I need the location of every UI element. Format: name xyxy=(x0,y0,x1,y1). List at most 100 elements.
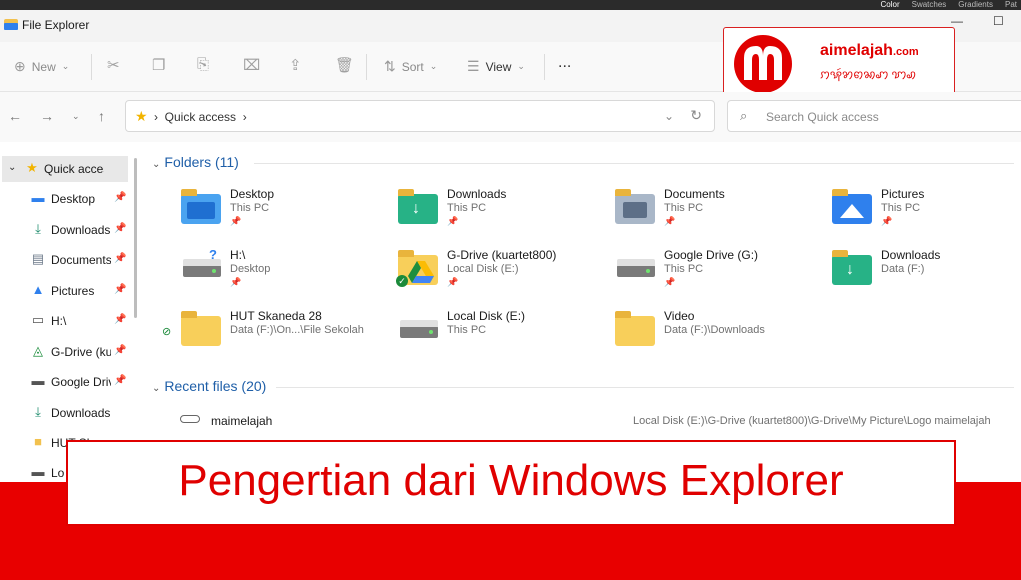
sidebar-item-desktop[interactable]: ▬ Desktop 📌 xyxy=(0,186,130,212)
sidebar-item-quick-access[interactable]: ⌄ ★ Quick access xyxy=(2,156,128,182)
pictures-folder-icon xyxy=(832,188,872,224)
folder-name: Local Disk (E:) xyxy=(447,309,526,323)
folder-name: Pictures xyxy=(881,187,925,201)
document-icon: ▤ xyxy=(31,251,45,266)
breadcrumb-quick-access[interactable]: Quick access xyxy=(165,110,236,124)
folder-icon xyxy=(181,310,221,346)
folder-name: G-Drive (kuartet800) xyxy=(447,248,557,262)
delete-icon[interactable]: 🗑 xyxy=(335,56,354,74)
pin-icon: 📌 xyxy=(114,253,127,264)
search-placeholder: Search Quick access xyxy=(766,110,879,124)
synced-check-icon: ⊘ xyxy=(162,326,172,338)
folder-location: Local Disk (E:) xyxy=(447,263,519,275)
paste-icon[interactable]: ⎘ xyxy=(197,56,209,73)
back-icon[interactable]: ← xyxy=(8,108,22,124)
folder-tile-g-drive[interactable]: ✓ G-Drive (kuartet800) Local Disk (E:) 📌 xyxy=(361,245,571,301)
sidebar-item-label: Pictures xyxy=(51,284,95,298)
banner-title: Pengertian dari Windows Explorer xyxy=(178,456,844,505)
folder-icon xyxy=(615,310,655,346)
logo-brand-name: aimelajah xyxy=(820,42,893,59)
refresh-icon[interactable]: ↻ xyxy=(690,107,702,124)
sidebar-item-label: Desktop xyxy=(51,192,96,206)
copy-icon[interactable]: ❐ xyxy=(152,56,165,74)
tab-swatches[interactable]: Swatches xyxy=(912,0,947,10)
view-label: View xyxy=(485,59,512,74)
sidebar-item-downloads[interactable]: ⤓ Downloads 📌 xyxy=(0,217,130,243)
download-icon: ⤓ xyxy=(35,221,41,236)
sidebar-item-h-drive[interactable]: ▭ H:\ 📌 xyxy=(0,308,130,334)
sidebar-item-downloads-data[interactable]: ⤓ Downloads xyxy=(0,400,130,426)
minimize-button[interactable]: — xyxy=(951,14,963,28)
pin-icon: 📌 xyxy=(114,375,127,386)
sidebar-item-pictures[interactable]: ▲ Pictures 📌 xyxy=(0,278,130,304)
folder-tile-google-drive[interactable]: Google Drive (G:) This PC 📌 xyxy=(578,245,788,301)
up-icon[interactable]: ↑ xyxy=(98,108,105,124)
sort-button[interactable]: ⇅ Sort ⌄ xyxy=(384,58,437,75)
drive-icon: ? xyxy=(181,247,221,285)
file-explorer-icon xyxy=(4,19,18,30)
recent-header-label: Recent files (20) xyxy=(164,378,267,394)
tab-color[interactable]: Color xyxy=(880,0,899,10)
search-box[interactable]: ⌕ Search Quick access xyxy=(727,100,1021,132)
pin-icon: 📌 xyxy=(114,314,127,325)
folder-location: This PC xyxy=(447,324,487,336)
more-options-button[interactable]: ... xyxy=(558,54,571,72)
share-icon[interactable]: ⇪ xyxy=(289,56,302,74)
folder-name: Downloads xyxy=(447,187,507,201)
sidebar-item-documents[interactable]: ▤ Documents 📌 xyxy=(0,247,130,273)
top-strip: Color Swatches Gradients Pat xyxy=(0,0,1021,10)
pin-icon: 📌 xyxy=(114,345,127,356)
sidebar-scrollbar[interactable] xyxy=(134,158,137,318)
breadcrumb[interactable]: › Quick access › xyxy=(154,110,247,124)
folder-name: Documents xyxy=(664,187,725,201)
sort-label: Sort xyxy=(401,59,424,74)
new-button[interactable]: ⊕ New ⌄ xyxy=(14,58,69,75)
tab-patterns[interactable]: Pat xyxy=(1005,0,1017,10)
sidebar-item-label: Documents xyxy=(51,253,111,267)
pin-icon: 📌 xyxy=(114,223,127,234)
folder-tile-local-disk[interactable]: Local Disk (E:) This PC xyxy=(361,306,571,362)
folder-tile-downloads[interactable]: ↓ Downloads This PC 📌 xyxy=(361,184,571,240)
rename-icon[interactable]: ⌧ xyxy=(243,56,260,74)
maximize-button[interactable]: ☐ xyxy=(993,14,1004,28)
folder-location: This PC xyxy=(881,202,921,214)
address-row: ← → ⌄ ↑ ★ › Quick access › ⌄ ↻ ⌕ Search … xyxy=(0,92,1021,142)
desktop-icon: ▬ xyxy=(31,190,45,205)
folder-name: HUT Skaneda 28 xyxy=(230,309,322,323)
picture-icon: ▲ xyxy=(31,282,45,297)
sidebar-item-g-drive[interactable]: ◬ G-Drive (kua 📌 xyxy=(0,339,130,365)
folders-header-label: Folders (11) xyxy=(164,154,239,170)
sidebar-item-label: Downloads xyxy=(51,406,111,420)
folder-tile-h-drive[interactable]: ? H:\ Desktop 📌 xyxy=(144,245,354,301)
recent-files-section-header[interactable]: ⌄ Recent files (20) xyxy=(152,378,266,394)
forward-icon[interactable]: → xyxy=(40,108,54,124)
chevron-down-icon[interactable]: ⌄ xyxy=(8,162,16,173)
plus-circle-icon: ⊕ xyxy=(14,58,26,74)
folder-tile-video[interactable]: Video Data (F:)\Downloads xyxy=(578,306,788,362)
chevron-down-icon: ⌄ xyxy=(429,61,438,71)
sidebar-item-google-drive[interactable]: ▬ Google Drive 📌 xyxy=(0,369,130,395)
view-button[interactable]: ☰ View ⌄ xyxy=(467,58,525,75)
title-banner: Pengertian dari Windows Explorer xyxy=(66,440,956,526)
pin-icon: 📌 xyxy=(114,192,127,203)
folder-tile-downloads-data[interactable]: ↓ Downloads Data (F:) xyxy=(795,245,1005,301)
folder-tile-pictures[interactable]: Pictures This PC 📌 xyxy=(795,184,1005,240)
cut-icon[interactable]: ✂ xyxy=(107,56,120,74)
google-drive-logo-icon xyxy=(408,261,434,283)
sidebar-item-label: Quick access xyxy=(44,162,104,176)
folder-tile-hut-skaneda[interactable]: ⊘ HUT Skaneda 28 Data (F:)\On...\File Se… xyxy=(144,306,364,362)
chevron-down-icon: ⌄ xyxy=(517,61,525,71)
recent-file-row[interactable]: maimelajah Local Disk (E:)\G-Drive (kuar… xyxy=(144,410,1021,434)
desktop-folder-icon xyxy=(181,188,221,224)
section-divider xyxy=(276,387,1014,388)
folder-name: Video xyxy=(664,309,695,323)
downloads-folder-icon: ↓ xyxy=(398,188,438,224)
folders-section-header[interactable]: ⌄ Folders (11) xyxy=(152,154,239,170)
tab-gradients[interactable]: Gradients xyxy=(958,0,993,10)
chevron-down-icon[interactable]: ⌄ xyxy=(664,109,674,123)
folder-tile-documents[interactable]: Documents This PC 📌 xyxy=(578,184,788,240)
recent-locations-icon[interactable]: ⌄ xyxy=(72,111,80,122)
address-bar[interactable]: ★ › Quick access › ⌄ ↻ xyxy=(125,100,715,132)
folder-tile-desktop[interactable]: Desktop This PC 📌 xyxy=(144,184,354,240)
drive-icon: ▬ xyxy=(31,373,45,388)
